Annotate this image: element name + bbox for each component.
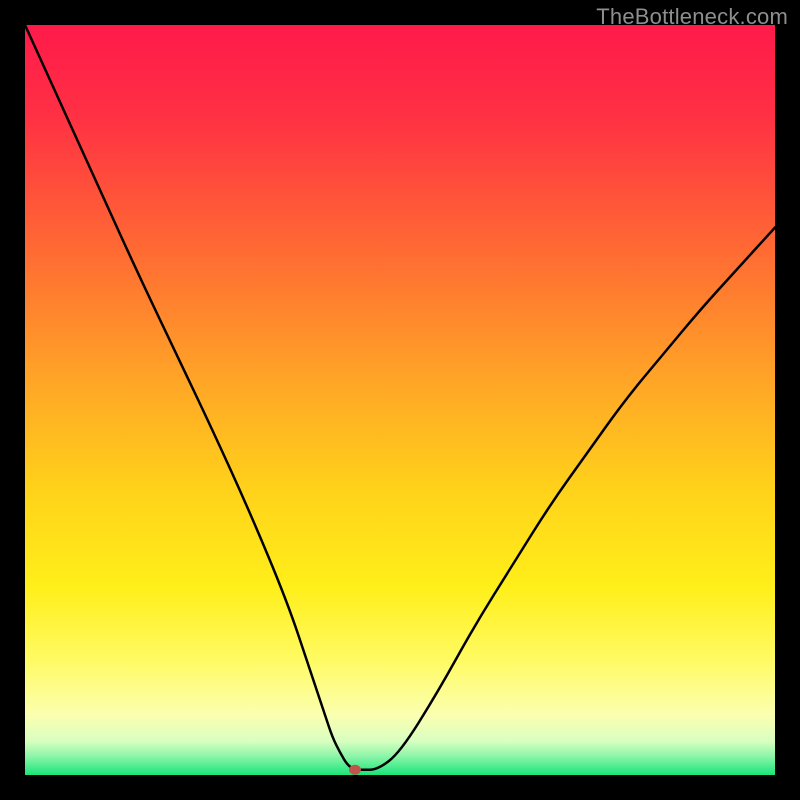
outer-frame: TheBottleneck.com bbox=[0, 0, 800, 800]
watermark-text: TheBottleneck.com bbox=[596, 4, 788, 30]
gradient-background bbox=[25, 25, 775, 775]
plot-area bbox=[25, 25, 775, 775]
chart-svg bbox=[25, 25, 775, 775]
optimum-marker bbox=[349, 765, 361, 775]
